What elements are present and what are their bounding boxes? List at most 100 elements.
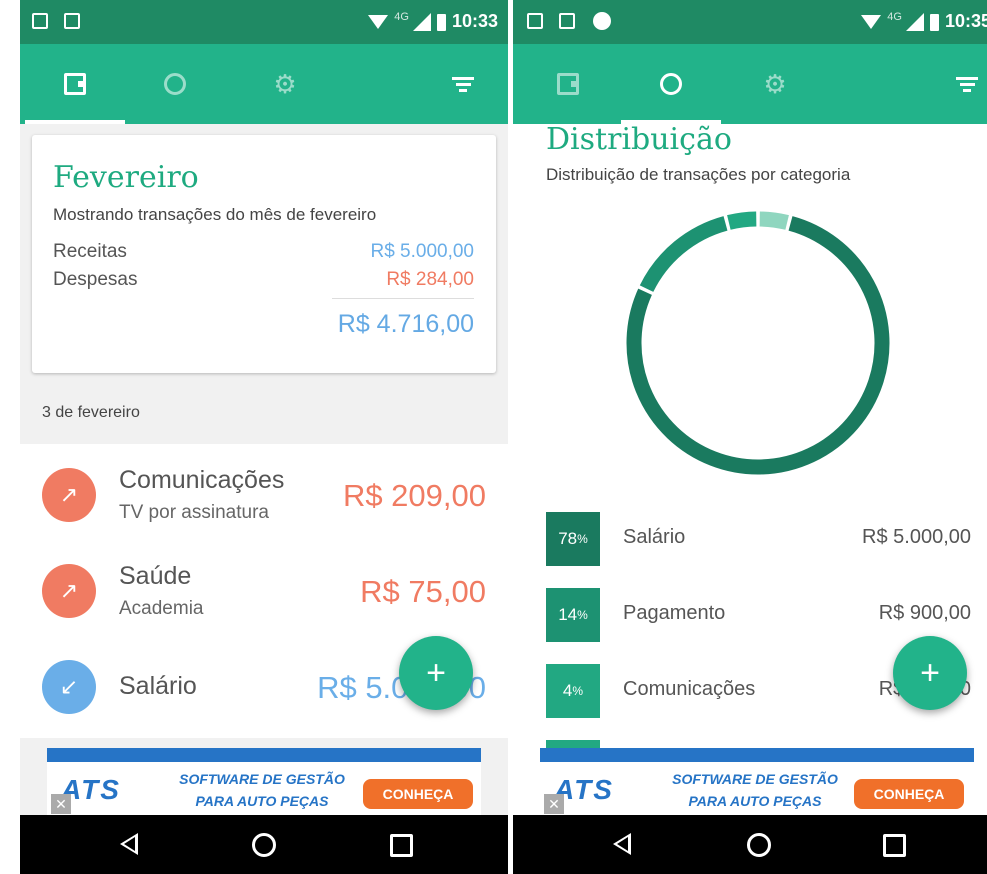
tab-distribution[interactable] [125, 44, 225, 124]
recent-apps-icon[interactable] [390, 834, 413, 857]
donut-segment-outros [759, 211, 789, 230]
ad-line1: SOFTWARE DE GESTÃO [179, 771, 345, 787]
month-subtitle: Mostrando transações do mês de fevereiro [53, 205, 377, 224]
expense-value: R$ 284,00 [386, 269, 474, 290]
ad-close-button[interactable]: ✕ [544, 794, 564, 814]
legend-label: Salário [623, 526, 686, 548]
nav-bar [513, 815, 987, 874]
status-time: 10:33 [451, 11, 498, 31]
legend-label: Pagamento [623, 602, 726, 624]
status-right: 4G 10:33 [368, 11, 498, 32]
back-icon[interactable] [613, 833, 631, 855]
balance-value: R$ 4.716,00 [337, 310, 474, 338]
date-header: 3 de fevereiro [42, 404, 140, 421]
nav-bar [20, 815, 508, 874]
gmail-notification-icon [559, 13, 575, 29]
app-bar: ⚙ [20, 44, 508, 124]
ad-close-button[interactable]: ✕ [51, 794, 71, 814]
tab-distribution[interactable] [621, 44, 721, 124]
network-type: 4G [394, 11, 409, 23]
donut-chart-icon [164, 73, 186, 95]
legend-percent: 4 [562, 681, 573, 700]
add-transaction-button[interactable]: + [399, 636, 473, 710]
filter-button[interactable] [423, 44, 503, 124]
gear-icon: ⚙ [763, 69, 787, 99]
status-right: 4G 10:35 [861, 11, 987, 32]
legend-percent: 78 [558, 529, 578, 548]
legend-value: R$ 900,00 [878, 602, 971, 624]
app-bar: ⚙ [513, 44, 987, 124]
month-title: Fevereiro [53, 160, 199, 195]
donut-segment-pagamento [639, 216, 728, 293]
distribution-subtitle: Distribuição de transações por categoria [546, 165, 851, 184]
gmail-notification-icon [32, 13, 48, 29]
image-notification-icon [527, 13, 543, 29]
arrow-down-left-icon: ↙ [42, 660, 96, 714]
back-icon[interactable] [120, 833, 138, 855]
percent-sign: % [572, 684, 584, 698]
tab-wallet[interactable] [25, 44, 125, 124]
legend-row-salario[interactable]: 78% Salário R$ 5.000,00 [546, 512, 971, 566]
messenger-notification-icon [593, 12, 611, 30]
card-divider [332, 298, 474, 299]
signal-icon [412, 13, 431, 32]
transaction-description: TV por assinatura [119, 502, 269, 523]
transaction-amount: R$ 209,00 [342, 478, 486, 513]
filter-icon [452, 74, 474, 95]
legend-swatch: 4% [546, 664, 600, 718]
transaction-item[interactable]: ↗ Saúde Academia R$ 75,00 [20, 540, 508, 636]
ad-text: SOFTWARE DE GESTÃO PARA AUTO PEÇAS [650, 768, 860, 812]
tab-settings[interactable]: ⚙ [725, 44, 825, 124]
battery-icon [436, 13, 446, 31]
wifi-icon [368, 15, 389, 30]
status-time: 10:35 [944, 11, 987, 31]
transaction-item[interactable]: ↗ Comunicações TV por assinatura R$ 209,… [20, 444, 508, 540]
ad-cta-button[interactable]: CONHEÇA [854, 779, 964, 809]
image-notification-icon [64, 13, 80, 29]
expense-label: Despesas [53, 269, 138, 290]
ad-stripe [47, 748, 481, 762]
filter-button[interactable] [927, 44, 987, 124]
legend-swatch: 78% [546, 512, 600, 566]
legend-value: R$ 5.000,00 [862, 526, 971, 548]
distribution-donut-chart [626, 211, 890, 475]
status-bar: 4G 10:35 [513, 0, 987, 44]
transaction-category: Comunicações [119, 466, 285, 494]
income-value: R$ 5.000,00 [370, 241, 474, 262]
battery-icon [929, 13, 939, 31]
donut-chart-icon [660, 73, 682, 95]
transaction-category: Salário [119, 672, 197, 700]
legend-row-pagamento[interactable]: 14% Pagamento R$ 900,00 [546, 588, 971, 642]
legend-label: Comunicações [623, 678, 756, 700]
income-label: Receitas [53, 241, 127, 262]
add-transaction-button[interactable]: + [893, 636, 967, 710]
ad-line2: PARA AUTO PEÇAS [195, 793, 329, 809]
wallet-icon [64, 73, 86, 95]
ad-banner[interactable]: ATS SOFTWARE DE GESTÃO PARA AUTO PEÇAS CO… [47, 748, 481, 816]
tab-wallet[interactable] [518, 44, 618, 124]
arrow-up-right-icon: ↗ [42, 468, 96, 522]
tab-settings[interactable]: ⚙ [235, 44, 335, 124]
ad-line1: SOFTWARE DE GESTÃO [672, 771, 838, 787]
home-icon[interactable] [747, 833, 771, 857]
arrow-up-right-icon: ↗ [42, 564, 96, 618]
right-screen: 4G 10:35 ⚙ Distribuição Distribuição de t… [513, 0, 987, 874]
status-bar: 4G 10:33 [20, 0, 508, 44]
left-screen: 4G 10:33 ⚙ Fevereiro Mostrando transações… [20, 0, 508, 874]
ad-banner[interactable]: ATS SOFTWARE DE GESTÃO PARA AUTO PEÇAS CO… [540, 748, 974, 816]
gear-icon: ⚙ [273, 69, 297, 99]
signal-icon [905, 13, 924, 32]
ad-stripe [540, 748, 974, 762]
filter-icon [956, 74, 978, 95]
ad-line2: PARA AUTO PEÇAS [688, 793, 822, 809]
transaction-category: Saúde [119, 562, 192, 590]
legend-swatch: 14% [546, 588, 600, 642]
percent-sign: % [577, 532, 588, 546]
recent-apps-icon[interactable] [883, 834, 906, 857]
transaction-description: Academia [119, 598, 204, 619]
percent-sign: % [577, 608, 588, 622]
network-type: 4G [887, 11, 902, 23]
home-icon[interactable] [252, 833, 276, 857]
month-summary-card: Fevereiro Mostrando transações do mês de… [32, 135, 496, 373]
ad-cta-button[interactable]: CONHEÇA [363, 779, 473, 809]
